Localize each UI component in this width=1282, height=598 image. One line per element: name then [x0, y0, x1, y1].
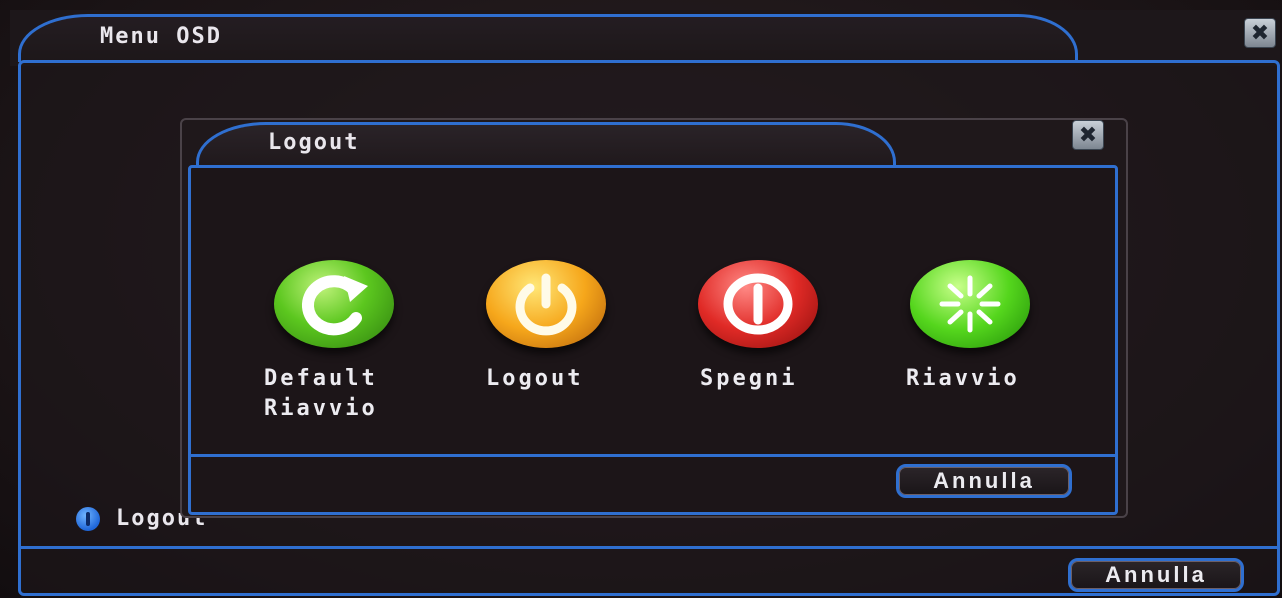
restart-icon[interactable] [910, 260, 1030, 348]
option-restart[interactable]: Riavvio [890, 256, 1050, 394]
option-orb [890, 256, 1050, 352]
option-label: Logout [486, 366, 584, 391]
option-logout[interactable]: Logout [466, 256, 626, 394]
option-label: Default Riavvio [264, 366, 378, 421]
dialog-close-icon[interactable]: ✖ [1072, 120, 1104, 150]
info-icon [76, 506, 100, 531]
outer-close-icon[interactable]: ✖ [1244, 18, 1276, 48]
dialog-cancel-button[interactable]: Annulla [896, 464, 1072, 498]
outer-cancel-button[interactable]: Annulla [1068, 558, 1244, 592]
option-label: Riavvio [906, 366, 1020, 391]
outer-footer-divider [18, 546, 1280, 549]
dialog-title: Logout [268, 130, 360, 155]
option-shutdown[interactable]: Spegni [678, 256, 838, 394]
option-default-restart[interactable]: Default Riavvio [254, 256, 414, 424]
refresh-icon[interactable] [274, 260, 394, 348]
osd-screen: Menu OSD ✖ Logout Annulla Logout ✖ Annul… [0, 0, 1282, 598]
option-orb [466, 256, 626, 352]
dialog-footer-divider [188, 454, 1118, 457]
option-orb [678, 256, 838, 352]
option-orb [254, 256, 414, 352]
shutdown-icon[interactable] [698, 260, 818, 348]
outer-window-title: Menu OSD [100, 24, 222, 49]
power-icon[interactable] [486, 260, 606, 348]
option-label: Spegni [700, 366, 798, 391]
